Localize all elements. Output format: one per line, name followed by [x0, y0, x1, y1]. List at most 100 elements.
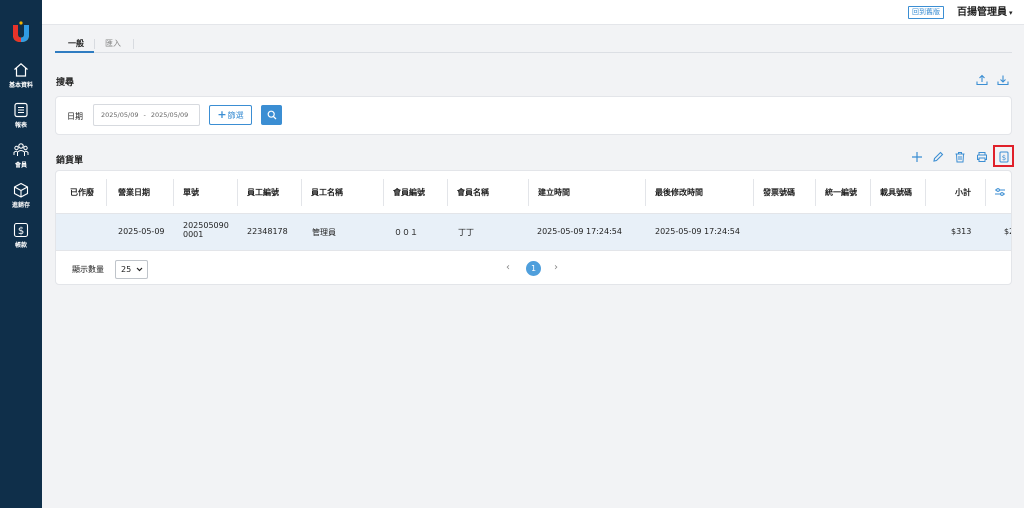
search-icon	[267, 110, 276, 120]
svg-text:$: $	[18, 226, 24, 237]
tab-import[interactable]: 匯入	[105, 39, 121, 49]
highlight-box	[993, 145, 1014, 167]
plus-icon	[912, 152, 922, 162]
order-no-line2: 0001	[183, 230, 204, 239]
date-start-value: 2025/05/09	[101, 111, 139, 119]
home-icon	[14, 63, 28, 77]
report-icon	[14, 102, 28, 118]
sidebar-item-label: 進銷存	[11, 202, 30, 209]
column-header-member-name[interactable]: 會員名稱	[457, 171, 489, 214]
upload-icon	[976, 74, 988, 86]
download-icon	[997, 75, 1009, 86]
inventory-box-icon	[13, 182, 29, 198]
cell-member-id: ００１	[394, 228, 418, 237]
plus-icon: +	[217, 108, 227, 121]
column-divider	[447, 179, 448, 206]
column-header-subtotal[interactable]: 小計	[955, 171, 971, 214]
column-header-updated-at[interactable]: 最後修改時間	[655, 171, 703, 214]
cell-business-date: 2025-05-09	[118, 227, 165, 236]
table-footer: 顯示數量 25 ‹ 1 ›	[56, 252, 1011, 284]
sliders-icon	[995, 188, 1005, 196]
add-button[interactable]	[910, 150, 924, 164]
search-button[interactable]	[261, 105, 282, 125]
filter-button[interactable]: +篩選	[209, 105, 252, 125]
column-divider	[383, 179, 384, 206]
sales-table: 已作廢 營業日期 單號 員工編號 員工名稱 會員編號 會員名稱 建立時間 最後修…	[55, 170, 1012, 285]
cell-subtotal: $313	[951, 227, 972, 236]
cell-member-name: 丁丁	[458, 228, 474, 237]
cell-overflow: $2	[1004, 227, 1011, 236]
sidebar-item-reports[interactable]: 報表	[0, 102, 42, 129]
sidebar-item-label: 基本資料	[8, 82, 33, 89]
date-range-picker[interactable]: 2025/05/09-2025/05/09	[93, 104, 200, 126]
user-menu[interactable]: 百揚管理員 ▾	[957, 6, 1013, 20]
sidebar-item-label: 會員	[14, 162, 27, 169]
column-header-employee-id[interactable]: 員工編號	[247, 171, 279, 214]
column-divider	[173, 179, 174, 206]
column-divider	[106, 179, 107, 206]
column-header-order-no[interactable]: 單號	[183, 171, 199, 214]
edit-button[interactable]	[931, 150, 945, 164]
pencil-icon	[933, 151, 944, 162]
cell-created-at: 2025-05-09 17:24:54	[537, 227, 622, 236]
dollar-icon: $	[13, 222, 29, 238]
order-no-line1: 202505090	[183, 221, 229, 230]
delete-button[interactable]	[953, 150, 967, 164]
page-size-select[interactable]: 25	[115, 260, 148, 279]
column-divider	[925, 179, 926, 206]
column-header-created-at[interactable]: 建立時間	[538, 171, 570, 214]
table-row[interactable]: 2025-05-09 202505090 0001 22348178 管理員 ００…	[56, 214, 1011, 251]
sidebar-item-label: 帳款	[14, 242, 27, 249]
filter-button-label: 篩選	[227, 111, 244, 120]
column-divider	[237, 179, 238, 206]
sidebar-item-basic-data[interactable]: 基本資料	[0, 62, 42, 89]
tab-divider	[133, 39, 134, 49]
cell-order-no: 202505090 0001	[183, 221, 229, 239]
date-end-value: 2025/05/09	[150, 111, 189, 119]
column-divider	[301, 179, 302, 206]
prev-page-button[interactable]: ‹	[506, 262, 510, 274]
column-header-employee-name[interactable]: 員工名稱	[311, 171, 343, 214]
column-divider	[528, 179, 529, 206]
cell-employee-name: 管理員	[312, 228, 336, 237]
sidebar-item-accounts[interactable]: $ 帳款	[0, 222, 42, 249]
tab-divider	[94, 39, 95, 49]
cell-employee-id: 22348178	[247, 227, 288, 236]
upload-button[interactable]	[975, 73, 989, 87]
active-tab-indicator	[55, 51, 94, 53]
column-divider	[645, 179, 646, 206]
members-icon	[13, 143, 29, 156]
print-button[interactable]	[975, 150, 989, 164]
page-size-value: 25	[121, 265, 132, 274]
cell-updated-at: 2025-05-09 17:24:54	[655, 227, 740, 236]
column-settings-button[interactable]	[993, 185, 1007, 199]
column-divider	[753, 179, 754, 206]
tab-general[interactable]: 一般	[68, 39, 84, 49]
column-header-business-date[interactable]: 營業日期	[118, 171, 150, 214]
tab-bar: 一般 匯入	[55, 37, 1012, 53]
app-logo[interactable]	[11, 21, 31, 43]
chevron-down-icon	[136, 267, 143, 272]
column-header-carrier-no[interactable]: 載具號碼	[880, 171, 912, 214]
column-header-member-id[interactable]: 會員編號	[393, 171, 425, 214]
top-header: 回到舊版 百揚管理員 ▾	[42, 0, 1024, 25]
column-header-voided[interactable]: 已作廢	[70, 171, 94, 214]
column-header-tax-id[interactable]: 統一編號	[825, 171, 857, 214]
sales-section-title: 銷貨單	[56, 156, 84, 166]
column-divider	[870, 179, 871, 206]
sidebar-item-label: 報表	[14, 122, 27, 129]
sidebar-item-inventory[interactable]: 進銷存	[0, 182, 42, 209]
column-divider	[985, 179, 986, 206]
table-header: 已作廢 營業日期 單號 員工編號 員工名稱 會員編號 會員名稱 建立時間 最後修…	[56, 171, 1011, 214]
column-divider	[815, 179, 816, 206]
download-button[interactable]	[996, 73, 1010, 87]
caret-down-icon: ▾	[1009, 9, 1013, 17]
search-card: 日期 2025/05/09-2025/05/09 +篩選	[55, 96, 1012, 135]
sidebar-item-members[interactable]: 會員	[0, 142, 42, 169]
search-section-title: 搜尋	[56, 78, 75, 88]
printer-icon	[977, 152, 987, 162]
back-to-old-version-button[interactable]: 回到舊版	[908, 6, 944, 19]
column-header-invoice-no[interactable]: 發票號碼	[763, 171, 795, 214]
page-1-button[interactable]: 1	[526, 261, 541, 276]
next-page-button[interactable]: ›	[554, 262, 558, 274]
